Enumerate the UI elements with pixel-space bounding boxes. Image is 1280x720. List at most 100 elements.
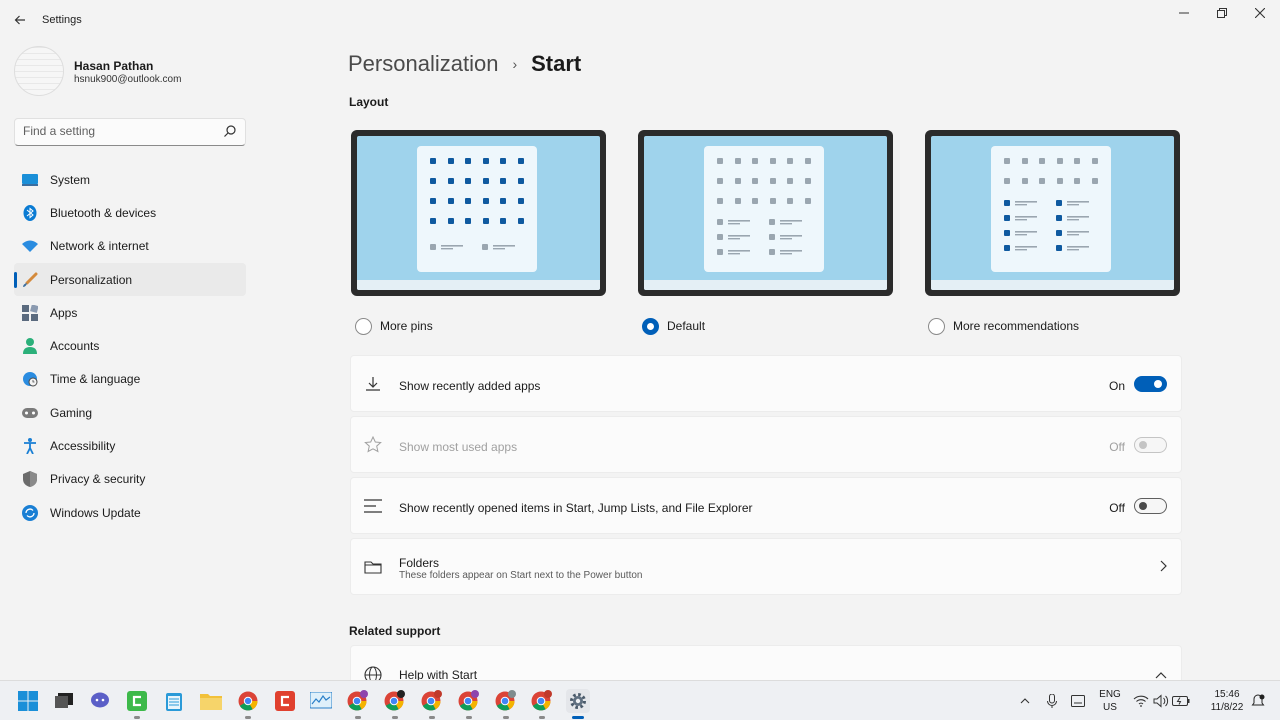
radio-more-recommendations[interactable]: More recommendations xyxy=(928,316,1079,336)
taskbar-file-explorer[interactable] xyxy=(199,689,223,713)
toggle-state: Off xyxy=(1109,440,1125,454)
region-code: US xyxy=(1103,702,1117,713)
battery-charging-icon xyxy=(1172,696,1190,706)
avatar xyxy=(14,46,64,96)
taskbar-camtasia[interactable] xyxy=(125,689,149,719)
layout-preview-default[interactable] xyxy=(638,130,893,296)
radio-label: More pins xyxy=(380,319,433,333)
sidebar-item-system[interactable]: System xyxy=(14,163,246,196)
tray-volume[interactable] xyxy=(1152,689,1170,713)
start-menu-preview xyxy=(417,146,537,272)
monitor-icon xyxy=(22,172,38,188)
folder-icon xyxy=(363,557,383,577)
toggle-state: On xyxy=(1108,379,1125,393)
setting-description: These folders appear on Start next to th… xyxy=(399,570,643,581)
restore-icon xyxy=(1217,8,1227,18)
setting-label: Folders xyxy=(399,556,440,570)
camtasia-icon xyxy=(127,691,147,711)
tray-wifi[interactable] xyxy=(1132,689,1150,713)
taskbar-chrome-3[interactable] xyxy=(383,689,407,719)
help-with-start-row[interactable]: Help with Start xyxy=(350,645,1182,684)
setting-label: Show recently opened items in Start, Jum… xyxy=(399,501,753,515)
sidebar-item-label: Windows Update xyxy=(50,505,141,520)
app-title: Settings xyxy=(42,14,82,26)
breadcrumb-separator: › xyxy=(512,56,518,72)
start-button[interactable] xyxy=(16,689,40,713)
sidebar-item-privacy[interactable]: Privacy & security xyxy=(14,463,246,496)
sidebar-item-label: Privacy & security xyxy=(50,472,146,487)
taskbar-performance-monitor[interactable] xyxy=(309,689,333,713)
recorder-icon xyxy=(275,691,295,711)
tray-keyboard[interactable] xyxy=(1069,689,1087,713)
tray-overflow-button[interactable] xyxy=(1016,689,1034,713)
sidebar-item-label: Accessibility xyxy=(50,439,116,454)
radio-label: Default xyxy=(667,319,706,333)
sidebar-item-personalization[interactable]: Personalization xyxy=(14,262,246,297)
taskbar-chrome-7[interactable] xyxy=(530,689,554,719)
radio-button-selected[interactable] xyxy=(642,317,659,335)
minimize-button[interactable] xyxy=(1169,4,1199,22)
layout-screen xyxy=(644,136,887,290)
sidebar-item-gaming[interactable]: Gaming xyxy=(14,396,246,429)
minimize-icon xyxy=(1179,12,1189,14)
radio-more-pins[interactable]: More pins xyxy=(355,316,433,336)
sidebar-item-bluetooth[interactable]: Bluetooth & devices xyxy=(14,196,246,229)
download-icon xyxy=(363,374,383,394)
taskbar-chrome-4[interactable] xyxy=(420,689,444,719)
setting-row-most-used: Show most used apps Off xyxy=(350,416,1182,473)
taskbar-notepad[interactable] xyxy=(162,689,186,713)
tray-microphone[interactable] xyxy=(1043,689,1061,713)
chat-icon xyxy=(91,692,109,708)
radio-button[interactable] xyxy=(928,317,945,335)
user-profile[interactable]: Hasan Pathan hsnuk900@outlook.com xyxy=(14,46,254,96)
restore-button[interactable] xyxy=(1207,4,1237,22)
language-indicator[interactable]: ENG US xyxy=(1097,688,1123,714)
taskbar-settings[interactable] xyxy=(566,689,590,719)
taskbar-chrome-6[interactable] xyxy=(494,689,518,719)
search-icon[interactable] xyxy=(223,124,237,140)
accessibility-icon xyxy=(22,438,38,455)
related-support-heading: Related support xyxy=(349,624,441,638)
radio-button[interactable] xyxy=(355,317,372,335)
back-button[interactable] xyxy=(10,10,30,30)
sidebar-item-apps[interactable]: Apps xyxy=(14,296,246,329)
close-icon xyxy=(1255,8,1265,18)
volume-icon xyxy=(1153,694,1169,708)
radio-default[interactable]: Default xyxy=(642,316,705,336)
sidebar-item-label: Personalization xyxy=(50,272,133,287)
folder-app-icon xyxy=(200,694,222,710)
breadcrumb-parent[interactable]: Personalization xyxy=(348,51,498,77)
sidebar-item-network[interactable]: Network & internet xyxy=(14,230,246,263)
sidebar-item-accessibility[interactable]: Accessibility xyxy=(14,429,246,462)
sidebar-item-label: Accounts xyxy=(50,339,100,354)
setting-row-folders[interactable]: Folders These folders appear on Start ne… xyxy=(350,538,1182,595)
layout-preview-more-recommendations[interactable] xyxy=(925,130,1180,296)
taskbar-camtasia-recorder[interactable] xyxy=(273,689,297,713)
search-input[interactable] xyxy=(23,124,213,138)
toggle-switch[interactable] xyxy=(1134,498,1167,514)
task-view-button[interactable] xyxy=(52,689,76,713)
sidebar-item-windows-update[interactable]: Windows Update xyxy=(14,496,246,529)
toggle-switch[interactable] xyxy=(1134,376,1167,392)
taskbar-chrome-1[interactable] xyxy=(236,689,260,719)
chrome-profile-icon xyxy=(384,690,405,711)
taskbar-chat[interactable] xyxy=(88,689,112,713)
chevron-right-icon xyxy=(1159,559,1167,575)
layout-preview-more-pins[interactable] xyxy=(351,130,606,296)
start-menu-preview xyxy=(704,146,824,272)
taskbar-chrome-2[interactable] xyxy=(346,689,370,719)
taskbar-chrome-5[interactable] xyxy=(457,689,481,719)
tray-notifications[interactable] xyxy=(1249,689,1267,713)
notification-icon xyxy=(1251,694,1265,706)
sidebar-item-accounts[interactable]: Accounts xyxy=(14,329,246,362)
sidebar-item-time-language[interactable]: Time & language xyxy=(14,363,246,396)
setting-row-recent-apps[interactable]: Show recently added apps On xyxy=(350,355,1182,412)
search-box[interactable] xyxy=(14,118,246,146)
sidebar-item-label: Bluetooth & devices xyxy=(50,205,157,220)
globe-clock-icon xyxy=(22,371,38,387)
clock[interactable]: 15:46 11/8/22 xyxy=(1207,688,1247,714)
tray-battery[interactable] xyxy=(1172,689,1190,713)
close-button[interactable] xyxy=(1245,4,1275,22)
keyboard-icon xyxy=(1071,695,1085,707)
setting-row-recent-items[interactable]: Show recently opened items in Start, Jum… xyxy=(350,477,1182,534)
